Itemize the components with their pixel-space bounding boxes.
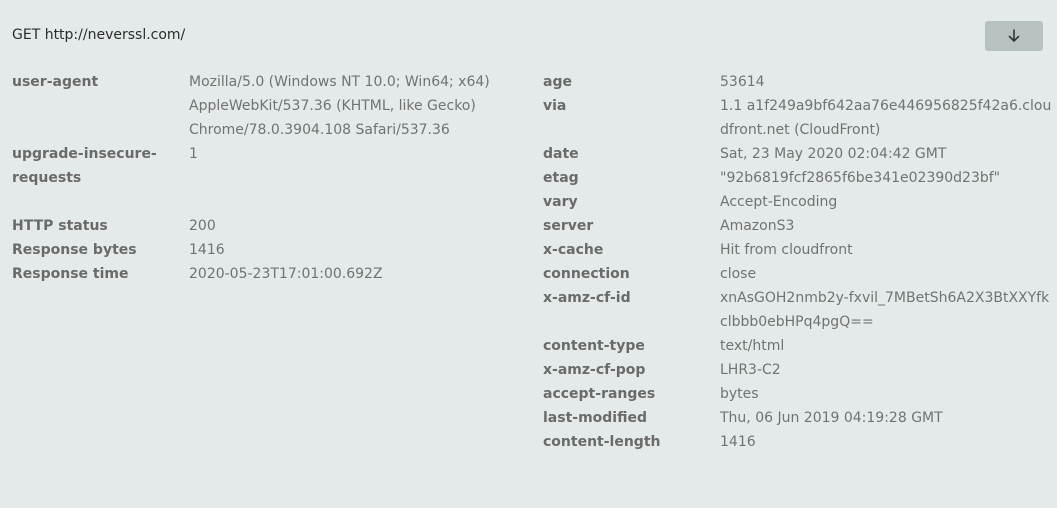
- response-header-key: via: [543, 98, 567, 114]
- response-header-row: via 1.1 a1f249a9bf642aa76e446956825f42a6.…: [543, 94, 1053, 142]
- response-header-key: content-type: [543, 338, 645, 354]
- response-header-key: x-amz-cf-id: [543, 290, 631, 306]
- response-header-row: last-modified Thu, 06 Jun 2019 04:19:28 G…: [543, 406, 1053, 430]
- response-header-value: Thu, 06 Jun 2019 04:19:28 GMT: [720, 410, 943, 426]
- response-header-row: x-cache Hit from cloudfront: [543, 238, 1053, 262]
- summary-key: HTTP status: [12, 218, 108, 234]
- response-header-value: 1416: [720, 434, 756, 450]
- response-header-key: vary: [543, 194, 578, 210]
- response-header-row: etag "92b6819fcf2865f6be341e02390d23bf": [543, 166, 1053, 190]
- response-header-value: Sat, 23 May 2020 02:04:42 GMT: [720, 146, 947, 162]
- response-header-value: Accept-Encoding: [720, 194, 838, 210]
- summary-row: Response bytes 1416: [12, 238, 512, 262]
- response-header-value: close: [720, 266, 757, 282]
- response-header-value: AmazonS3: [720, 218, 795, 234]
- response-header-value: LHR3-C2: [720, 362, 781, 378]
- response-header-row: x-amz-cf-id xnAsGOH2nmb2y-fxvil_7MBetSh6A…: [543, 286, 1053, 334]
- collapse-toggle-button[interactable]: [985, 21, 1043, 51]
- response-header-value: 1.1 a1f249a9bf642aa76e446956825f42a6.clo…: [720, 98, 1052, 138]
- response-header-row: x-amz-cf-pop LHR3-C2: [543, 358, 1053, 382]
- response-header-key: age: [543, 74, 572, 90]
- response-header-key: etag: [543, 170, 579, 186]
- summary-key: Response time: [12, 266, 129, 282]
- response-header-key: last-modified: [543, 410, 648, 426]
- response-header-row: content-length 1416: [543, 430, 1053, 454]
- response-header-value: Hit from cloudfront: [720, 242, 853, 258]
- response-header-key: connection: [543, 266, 630, 282]
- response-header-key: x-amz-cf-pop: [543, 362, 646, 378]
- response-header-value: 53614: [720, 74, 765, 90]
- response-header-row: connection close: [543, 262, 1053, 286]
- response-header-value: text/html: [720, 338, 785, 354]
- response-headers-column: age 53614 via 1.1 a1f249a9bf642aa76e446956…: [543, 70, 1053, 454]
- summary-row: HTTP status 200: [12, 214, 512, 238]
- summary-value: 200: [189, 218, 216, 234]
- request-detail-panel: GET http://neverssl.com/ user-agent Mozi…: [0, 0, 1057, 508]
- header-value: 1: [189, 146, 198, 162]
- header-key: upgrade-insecure-requests: [12, 146, 157, 186]
- response-header-row: vary Accept-Encoding: [543, 190, 1053, 214]
- response-header-row: server AmazonS3: [543, 214, 1053, 238]
- response-header-row: date Sat, 23 May 2020 02:04:42 GMT: [543, 142, 1053, 166]
- summary-row: Response time 2020-05-23T17:01:00.692Z: [12, 262, 512, 286]
- summary-key: Response bytes: [12, 242, 137, 258]
- response-header-value: "92b6819fcf2865f6be341e02390d23bf": [720, 170, 1001, 186]
- response-header-row: content-type text/html: [543, 334, 1053, 358]
- response-header-row: age 53614: [543, 70, 1053, 94]
- response-header-row: accept-ranges bytes: [543, 382, 1053, 406]
- response-header-key: content-length: [543, 434, 661, 450]
- request-headers-column: user-agent Mozilla/5.0 (Windows NT 10.0;…: [12, 70, 512, 286]
- response-header-key: server: [543, 218, 594, 234]
- summary-value: 2020-05-23T17:01:00.692Z: [189, 266, 383, 282]
- arrow-down-icon: [1007, 29, 1021, 43]
- header-row: upgrade-insecure-requests 1: [12, 142, 512, 190]
- response-header-value: xnAsGOH2nmb2y-fxvil_7MBetSh6A2X3BtXXYfkc…: [720, 290, 1050, 330]
- header-key: user-agent: [12, 74, 99, 90]
- response-header-key: date: [543, 146, 579, 162]
- response-header-value: bytes: [720, 386, 759, 402]
- response-header-key: x-cache: [543, 242, 604, 258]
- response-header-key: accept-ranges: [543, 386, 656, 402]
- summary-value: 1416: [189, 242, 225, 258]
- header-value: Mozilla/5.0 (Windows NT 10.0; Win64; x64…: [189, 74, 490, 138]
- request-line: GET http://neverssl.com/: [12, 27, 186, 43]
- header-row: user-agent Mozilla/5.0 (Windows NT 10.0;…: [12, 70, 512, 142]
